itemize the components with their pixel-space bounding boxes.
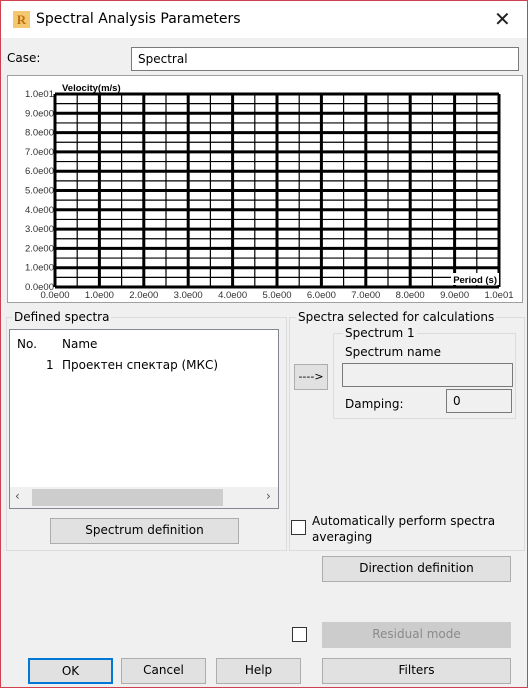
spectrum-chart: 0.0e00 1.0e00 2.0e00 3.0e00 4.0e00 5.0e00 6.0e… (7, 75, 523, 303)
scroll-left-icon[interactable]: ‹ (15, 489, 20, 503)
averaging-label-line1: Automatically perform spectra (312, 514, 496, 528)
y-axis-label: Velocity(m/s) (62, 83, 121, 94)
x-tick-label: 5.0e00 (262, 290, 291, 301)
x-tick-label: 1.0e01 (484, 290, 513, 301)
spectrum-no: 1 (46, 358, 54, 372)
y-tick-label: 4.0e00 (25, 205, 54, 216)
spectrum-name: Проектен спектар (МКС) (62, 358, 219, 372)
spectra-list[interactable]: No. Name 1 Проектен спектар (МКС) ‹ › (9, 329, 279, 509)
app-logo: R (13, 11, 30, 28)
column-header-name[interactable]: Name (62, 337, 97, 351)
x-axis-label: Period (s) (453, 275, 497, 286)
close-icon[interactable]: ✕ (494, 7, 511, 31)
damping-label: Damping: (345, 397, 404, 411)
help-button[interactable]: Help (216, 658, 301, 684)
defined-spectra-label: Defined spectra (12, 310, 112, 324)
x-tick-label: 2.0e00 (129, 290, 158, 301)
spectrum-1-label: Spectrum 1 (343, 326, 417, 340)
x-tick-label: 8.0e00 (396, 290, 425, 301)
x-tick-label: 7.0e00 (351, 290, 380, 301)
residual-mode-button[interactable]: Residual mode (322, 622, 511, 648)
horizontal-scrollbar[interactable]: ‹ › (10, 487, 278, 508)
scroll-right-icon[interactable]: › (266, 489, 271, 503)
spectrum-name-input[interactable] (342, 363, 513, 387)
cancel-button[interactable]: Cancel (121, 658, 206, 684)
y-tick-label: 8.0e00 (25, 128, 54, 139)
ok-button[interactable]: OK (28, 658, 113, 684)
spectrum-definition-button[interactable]: Spectrum definition (50, 518, 239, 544)
spectrum-name-label: Spectrum name (345, 345, 441, 359)
damping-input[interactable]: 0 (446, 389, 512, 413)
y-tick-label: 6.0e00 (25, 166, 54, 177)
filters-button[interactable]: Filters (322, 658, 511, 684)
averaging-checkbox[interactable] (291, 520, 306, 535)
y-tick-label: 7.0e00 (25, 147, 54, 158)
add-spectrum-arrow-button[interactable]: ----> (294, 364, 328, 390)
y-tick-label: 9.0e00 (25, 108, 54, 119)
y-tick-label: 1.0e00 (25, 263, 54, 274)
x-tick-label: 9.0e00 (440, 290, 469, 301)
x-tick-label: 3.0e00 (174, 290, 203, 301)
residual-mode-checkbox[interactable] (292, 627, 307, 642)
averaging-label-line2: averaging (312, 530, 373, 544)
direction-definition-button[interactable]: Direction definition (322, 556, 511, 582)
chart-svg: 0.0e00 1.0e00 2.0e00 3.0e00 4.0e00 5.0e00 6.0e… (25, 83, 514, 301)
column-header-no[interactable]: No. (17, 337, 37, 351)
y-tick-label: 2.0e00 (25, 243, 54, 254)
y-tick-label: 5.0e00 (25, 186, 54, 197)
case-label: Case: (7, 51, 41, 65)
list-item[interactable]: 1 Проектен спектар (МКС) (10, 358, 278, 376)
selected-spectra-label: Spectra selected for calculations (296, 310, 497, 324)
x-tick-label: 6.0e00 (307, 290, 336, 301)
averaging-label: Automatically perform spectra averaging (312, 513, 495, 545)
window-title: Spectral Analysis Parameters (36, 11, 241, 27)
scrollbar-thumb[interactable] (32, 489, 223, 506)
case-input[interactable]: Spectral (131, 47, 519, 71)
x-tick-label: 1.0e00 (85, 290, 114, 301)
y-tick-label: 1.0e01 (25, 89, 54, 100)
x-tick-label: 4.0e00 (218, 290, 247, 301)
y-tick-label: 3.0e00 (25, 224, 54, 235)
y-tick-label: 0.0e00 (25, 282, 54, 293)
